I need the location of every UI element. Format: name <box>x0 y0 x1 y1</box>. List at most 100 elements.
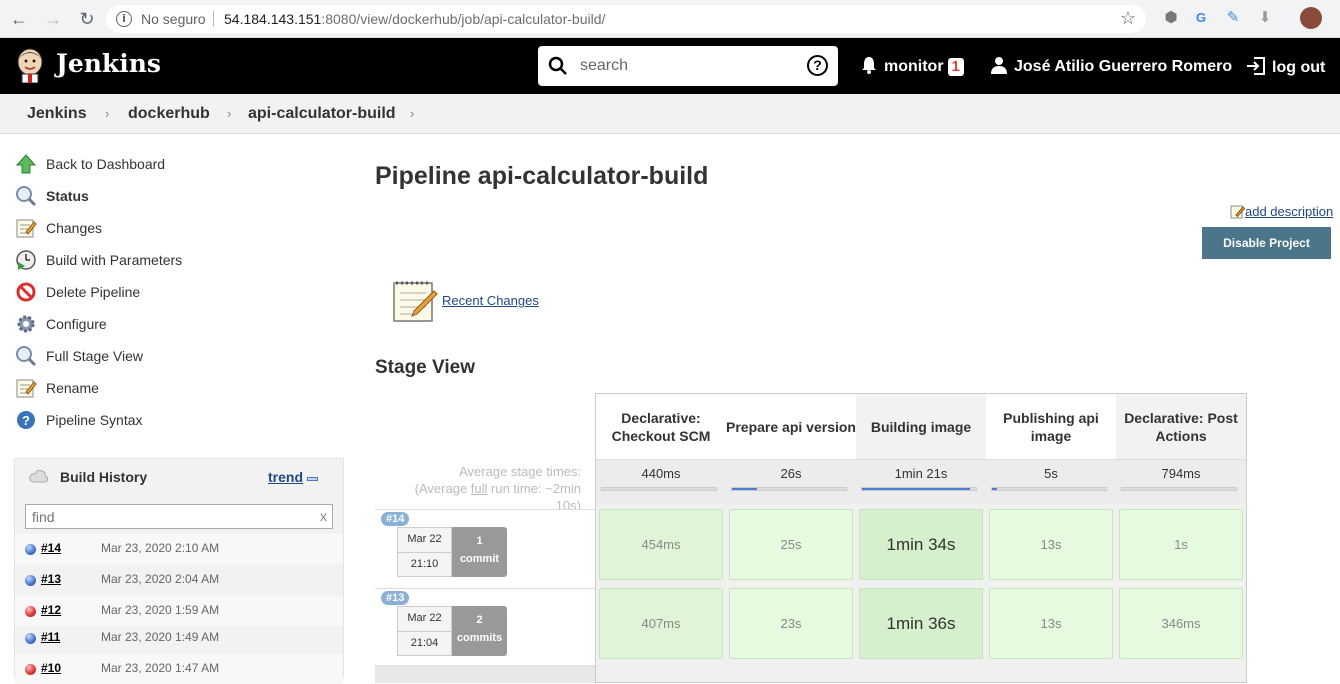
build-history-title: Build History <box>60 469 148 485</box>
task-rename[interactable]: Rename <box>14 372 344 404</box>
build-number-link[interactable]: #10 <box>41 661 61 675</box>
chevron-right-icon[interactable]: › <box>105 106 109 121</box>
build-row: #13 Mar 23, 2020 2:04 AM <box>15 565 343 595</box>
breadcrumb-dockerhub[interactable]: dockerhub <box>128 105 210 123</box>
stage-cell[interactable]: 1min 36s <box>859 588 983 659</box>
no-entry-icon <box>14 280 38 304</box>
notepad-icon <box>14 216 38 240</box>
add-description-link[interactable]: add description <box>1230 204 1333 219</box>
sidebar-tasks: Back to Dashboard Status Changes Build w… <box>14 148 344 436</box>
build-date[interactable]: Mar 23, 2020 2:04 AM <box>101 572 219 586</box>
url-text: 54.184.143.151:8080/view/dockerhub/job/a… <box>224 11 606 27</box>
stage-cell[interactable]: 454ms <box>599 509 723 580</box>
stage-cell[interactable]: 25s <box>729 509 853 580</box>
clear-filter-icon[interactable]: x <box>320 508 327 524</box>
user-link[interactable]: José Atilio Guerrero Romero <box>990 56 1232 78</box>
bookmark-star-icon[interactable]: ☆ <box>1120 8 1136 29</box>
build-filter-box[interactable]: x <box>25 504 333 529</box>
build-filter-input[interactable] <box>32 508 302 525</box>
recent-changes-link[interactable]: Recent Changes <box>442 293 539 308</box>
task-build-with-parameters[interactable]: Build with Parameters <box>14 244 344 276</box>
build-number-link[interactable]: #12 <box>41 603 61 617</box>
run-badge[interactable]: #14 <box>381 512 410 526</box>
jenkins-header: Jenkins ? monitor1 José Atilio Guerrero … <box>0 38 1340 94</box>
full-run-link[interactable]: full <box>471 481 488 496</box>
stage-cell[interactable]: 346ms <box>1119 588 1243 659</box>
trend-link[interactable]: trend <box>268 469 303 485</box>
monitor-link[interactable]: monitor 1 <box>860 56 964 78</box>
status-ball-icon <box>25 664 36 675</box>
page-title: Pipeline api-calculator-build <box>375 162 709 190</box>
magnifier-icon <box>14 344 38 368</box>
user-icon <box>991 57 1007 74</box>
reload-icon[interactable]: ↻ <box>76 8 98 30</box>
build-number-link[interactable]: #13 <box>41 572 61 586</box>
build-date[interactable]: Mar 23, 2020 2:10 AM <box>101 541 219 555</box>
logout-link[interactable]: log out <box>1246 56 1325 78</box>
stage-cell[interactable]: 1min 34s <box>859 509 983 580</box>
jenkins-title[interactable]: Jenkins <box>56 49 161 78</box>
avatar[interactable] <box>1300 7 1322 29</box>
breadcrumb-jenkins[interactable]: Jenkins <box>27 105 87 123</box>
pen-icon[interactable]: ✎ <box>1224 9 1242 27</box>
forward-arrow-icon[interactable]: → <box>42 8 64 30</box>
stage-cell[interactable]: 13s <box>989 509 1113 580</box>
stage-average: 5s <box>986 459 1116 504</box>
breadcrumb: Jenkins › dockerhub › api-calculator-bui… <box>0 94 1340 134</box>
task-configure[interactable]: Configure <box>14 308 344 340</box>
task-back-to-dashboard[interactable]: Back to Dashboard <box>14 148 344 180</box>
build-row: #12 Mar 23, 2020 1:59 AM <box>15 596 343 626</box>
task-delete-pipeline[interactable]: Delete Pipeline <box>14 276 344 308</box>
stage-header: Declarative: Checkout SCM <box>596 394 726 459</box>
stage-cell[interactable]: 13s <box>989 588 1113 659</box>
run-row-14[interactable]: #14 Mar 22 21:10 1 commit <box>375 509 595 587</box>
run-row-next <box>375 665 595 683</box>
stage-cell[interactable]: 23s <box>729 588 853 659</box>
stage-header: Declarative: Post Actions <box>1116 394 1246 459</box>
download-icon[interactable]: ⬇ <box>1256 9 1274 27</box>
task-changes[interactable]: Changes <box>14 212 344 244</box>
task-pipeline-syntax[interactable]: ? Pipeline Syntax <box>14 404 344 436</box>
search-input[interactable] <box>580 56 800 76</box>
disable-project-button[interactable]: Disable Project <box>1202 227 1331 259</box>
build-number-link[interactable]: #11 <box>41 630 60 644</box>
clock-play-icon <box>14 248 38 272</box>
task-full-stage-view[interactable]: Full Stage View <box>14 340 344 372</box>
info-icon[interactable]: i <box>116 11 132 27</box>
stage-cell[interactable]: 407ms <box>599 588 723 659</box>
build-row: #11 Mar 23, 2020 1:49 AM <box>15 623 343 653</box>
build-history-panel: Build History trend x #14 Mar 23, 2020 2… <box>14 458 344 684</box>
breadcrumb-job[interactable]: api-calculator-build <box>248 105 396 123</box>
run-commits-box[interactable]: 2 commits <box>452 606 507 656</box>
up-arrow-icon <box>14 152 38 176</box>
build-date[interactable]: Mar 23, 2020 1:49 AM <box>101 630 219 644</box>
status-ball-icon <box>25 633 36 644</box>
notepad-icon <box>1230 205 1245 219</box>
task-status[interactable]: Status <box>14 180 344 212</box>
stage-cell[interactable]: 1s <box>1119 509 1243 580</box>
address-bar[interactable]: i No seguro 54.184.143.151:8080/view/doc… <box>106 5 1146 33</box>
build-number-link[interactable]: #14 <box>41 541 61 555</box>
search-help-icon[interactable]: ? <box>807 55 828 76</box>
translate-icon[interactable]: G <box>1192 9 1210 27</box>
run-commits-box[interactable]: 1 commit <box>452 527 507 577</box>
search-box[interactable]: ? <box>538 46 838 86</box>
stage-average: 794ms <box>1116 459 1246 504</box>
chevron-right-icon[interactable]: › <box>227 106 231 121</box>
run-time: 21:10 <box>410 558 439 570</box>
run-badge[interactable]: #13 <box>381 591 410 605</box>
collapse-icon[interactable] <box>307 477 318 481</box>
build-date[interactable]: Mar 23, 2020 1:47 AM <box>101 661 219 675</box>
run-row-13[interactable]: #13 Mar 22 21:04 2 commits <box>375 588 595 666</box>
back-arrow-icon[interactable]: ← <box>8 8 30 30</box>
build-date[interactable]: Mar 23, 2020 1:59 AM <box>101 603 219 617</box>
chevron-right-icon[interactable]: › <box>410 106 414 121</box>
jenkins-logo-icon[interactable] <box>14 47 46 83</box>
help-icon: ? <box>14 408 38 432</box>
extension-cube-icon[interactable]: ⬢ <box>1162 9 1180 27</box>
run-date-box: Mar 22 21:10 <box>397 527 452 577</box>
bell-icon <box>862 57 876 74</box>
cloud-icon <box>29 469 49 483</box>
status-ball-icon <box>25 606 36 617</box>
stage-progress-bar <box>991 487 1107 491</box>
